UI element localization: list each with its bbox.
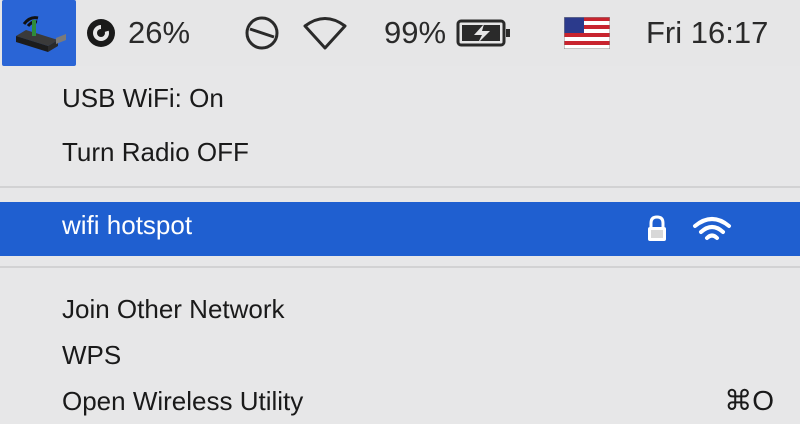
menu-bar: 26% 99% Fri 16:17 <box>0 0 800 66</box>
wifi-outline-icon <box>303 17 347 50</box>
us-flag-icon <box>564 17 610 49</box>
battery-charging-icon <box>456 19 511 47</box>
turn-radio-off-item[interactable]: Turn Radio OFF <box>62 137 249 168</box>
battery-status-item[interactable]: 99% <box>384 0 512 66</box>
input-source-status-item[interactable] <box>564 0 610 66</box>
do-not-disturb-icon <box>245 16 279 50</box>
wifi-status-item[interactable] <box>302 0 348 66</box>
cpu-gauge-icon <box>87 19 115 47</box>
lock-icon <box>648 215 666 241</box>
network-name: wifi hotspot <box>62 210 193 240</box>
usb-wifi-status-label: USB WiFi: On <box>62 83 224 113</box>
open-wireless-utility-shortcut: ⌘O <box>724 385 774 416</box>
cpu-percentage: 26% <box>128 15 191 50</box>
network-item-wifi-hotspot[interactable]: wifi hotspot <box>0 202 800 256</box>
wps-item[interactable]: WPS <box>62 340 121 371</box>
usb-wifi-menu: USB WiFi: On Turn Radio OFF wifi hotspot… <box>0 66 800 424</box>
menu-separator <box>0 266 800 268</box>
menu-separator <box>0 186 800 188</box>
open-wireless-utility-item[interactable]: Open Wireless Utility <box>62 386 303 417</box>
join-other-network-item[interactable]: Join Other Network <box>62 294 285 325</box>
wifi-signal-icon <box>693 217 731 240</box>
battery-percentage: 99% <box>384 15 447 50</box>
usb-wifi-dongle-icon <box>16 16 66 52</box>
do-not-disturb-status-item[interactable] <box>244 0 280 66</box>
cpu-status-item[interactable]: 26% <box>84 0 190 66</box>
usb-wifi-status-item[interactable] <box>2 0 76 66</box>
clock[interactable]: Fri 16:17 <box>646 0 768 66</box>
